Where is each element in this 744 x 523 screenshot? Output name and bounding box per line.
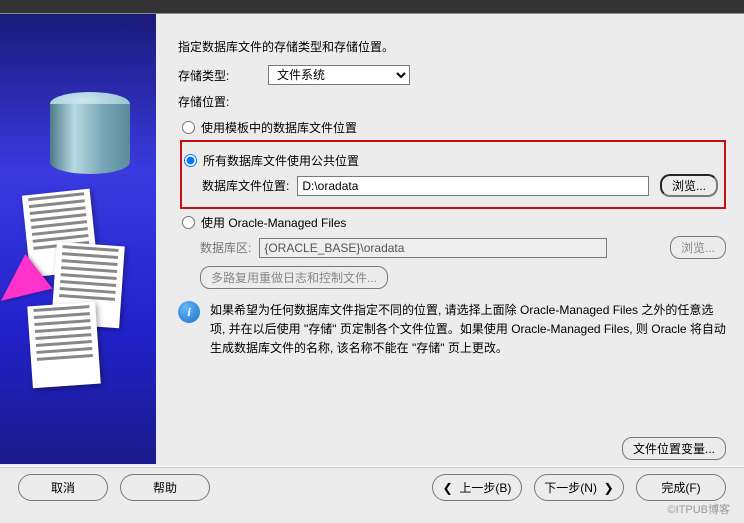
info-text: 如果希望为任何数据库文件指定不同的位置, 请选择上面除 Oracle-Manag… — [210, 301, 726, 359]
back-button[interactable]: ❮ 上一步(B) — [432, 474, 522, 501]
multiplex-button: 多路复用重做日志和控制文件... — [200, 266, 388, 289]
radio-common-label: 所有数据库文件使用公共位置 — [203, 152, 359, 169]
database-cylinder-icon — [50, 92, 130, 192]
radio-omf[interactable] — [182, 216, 195, 229]
main-panel: 指定数据库文件的存储类型和存储位置。 存储类型: 文件系统 存储位置: 使用模板… — [0, 14, 744, 464]
intro-text: 指定数据库文件的存储类型和存储位置。 — [178, 38, 726, 55]
sidebar-image — [0, 14, 156, 464]
radio-common[interactable] — [184, 154, 197, 167]
file-location-variables-button[interactable]: 文件位置变量... — [622, 437, 726, 460]
browse-button-common[interactable]: 浏览... — [660, 174, 718, 197]
radio-omf-row[interactable]: 使用 Oracle-Managed Files — [182, 213, 726, 232]
db-area-input — [259, 238, 607, 258]
watermark: ©ITPUB博客 — [668, 501, 731, 517]
help-button[interactable]: 帮助 — [120, 474, 210, 501]
highlighted-section: 所有数据库文件使用公共位置 数据库文件位置: 浏览... — [180, 140, 726, 209]
cancel-button[interactable]: 取消 — [18, 474, 108, 501]
separator — [0, 466, 744, 468]
info-icon: i — [178, 301, 200, 323]
radio-omf-label: 使用 Oracle-Managed Files — [201, 214, 346, 231]
radio-template-row[interactable]: 使用模板中的数据库文件位置 — [182, 118, 726, 137]
db-file-path-input[interactable] — [297, 176, 649, 196]
browse-button-omf: 浏览... — [670, 236, 726, 259]
next-button[interactable]: 下一步(N) ❯ — [534, 474, 624, 501]
storage-type-select[interactable]: 文件系统 — [268, 65, 410, 85]
radio-template-label: 使用模板中的数据库文件位置 — [201, 119, 357, 136]
radio-common-row[interactable]: 所有数据库文件使用公共位置 — [184, 151, 718, 170]
document-icon — [27, 302, 101, 389]
storage-type-label: 存储类型: — [178, 67, 268, 84]
db-area-label: 数据库区: — [200, 239, 251, 256]
title-bar — [0, 0, 744, 14]
finish-button[interactable]: 完成(F) — [636, 474, 726, 501]
chevron-right-icon: ❯ — [597, 481, 614, 495]
radio-template[interactable] — [182, 121, 195, 134]
footer: 取消 帮助 ❮ 上一步(B) 下一步(N) ❯ 完成(F) — [0, 474, 744, 501]
storage-location-label: 存储位置: — [178, 93, 268, 110]
db-file-path-label: 数据库文件位置: — [202, 177, 289, 194]
content-area: 指定数据库文件的存储类型和存储位置。 存储类型: 文件系统 存储位置: 使用模板… — [156, 14, 744, 464]
chevron-left-icon: ❮ — [443, 481, 460, 495]
